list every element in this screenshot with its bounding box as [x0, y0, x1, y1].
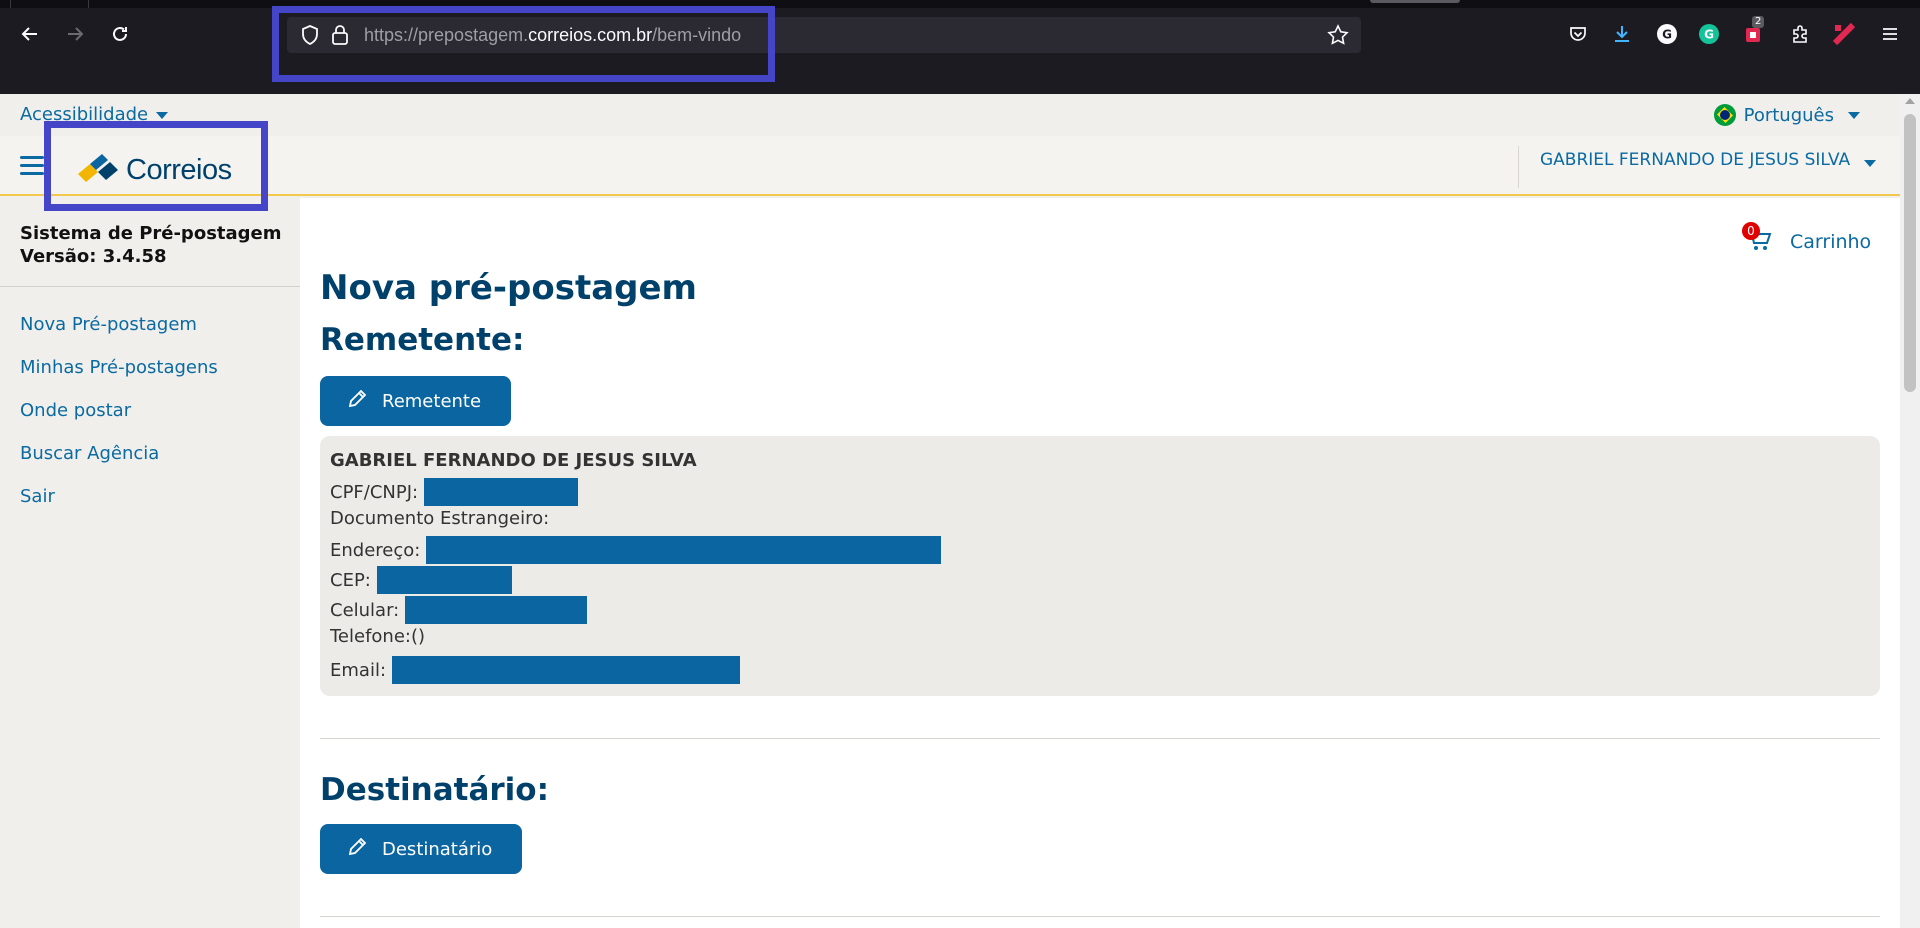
- reload-icon[interactable]: [106, 20, 134, 48]
- extensions-puzzle-icon[interactable]: [1788, 22, 1812, 46]
- bookmark-star-icon[interactable]: [1327, 24, 1349, 50]
- sender-name: GABRIEL FERNANDO DE JESUS SILVA: [330, 450, 697, 471]
- sidebar-nav: Nova Pré-postagem Minhas Pré-postagens O…: [20, 314, 218, 529]
- cart-link[interactable]: 0 Carrinho: [1742, 222, 1872, 256]
- page-title: Nova pré-postagem: [320, 268, 697, 308]
- google-extension-icon[interactable]: G: [1655, 22, 1679, 46]
- phone-label: Telefone:(): [330, 626, 426, 647]
- email-label: Email:: [330, 659, 387, 681]
- sender-cep-row: CEP:: [330, 566, 512, 594]
- pencil-icon: [346, 836, 368, 863]
- sender-email-row: Email:: [330, 656, 741, 684]
- web-page: Acessibilidade Português GABRIEL FERNAND…: [0, 94, 1900, 928]
- redacted-cpf: [424, 478, 579, 506]
- edit-sender-button[interactable]: Remetente: [320, 376, 512, 426]
- page-scrollbar[interactable]: [1900, 94, 1920, 928]
- cart-label: Carrinho: [1790, 231, 1872, 253]
- edit-recipient-button[interactable]: Destinatário: [320, 824, 523, 874]
- url-highlight-annotation: [272, 6, 775, 82]
- main-content: 0 Carrinho Nova pré-postagem Remetente: …: [300, 198, 1900, 928]
- system-title: Sistema de Pré-postagem: [20, 223, 282, 244]
- accessibility-bar: Acessibilidade Português: [0, 94, 1900, 136]
- sidebar-item-buscar-agencia[interactable]: Buscar Agência: [20, 443, 218, 486]
- svg-text:G: G: [1662, 28, 1672, 42]
- language-label: Português: [1743, 104, 1834, 126]
- sidebar-item-onde-postar[interactable]: Onde postar: [20, 400, 218, 443]
- sender-cpf-row: CPF/CNPJ:: [330, 478, 579, 506]
- cpf-label: CPF/CNPJ:: [330, 481, 419, 503]
- sidebar: Sistema de Pré-postagem Versão: 3.4.58 N…: [0, 198, 300, 928]
- divider: [320, 738, 1880, 739]
- sender-foreign-doc-row: Documento Estrangeiro:: [330, 508, 549, 529]
- browser-toolbar: https://prepostagem.correios.com.br/bem-…: [0, 0, 1920, 94]
- sender-section-title: Remetente:: [320, 322, 525, 358]
- edit-sender-label: Remetente: [382, 390, 482, 412]
- colorful-extension-icon[interactable]: [1832, 22, 1856, 46]
- sender-mobile-row: Celular:: [330, 596, 588, 624]
- divider: [1518, 146, 1519, 188]
- system-version: Versão: 3.4.58: [20, 246, 167, 267]
- divider: [320, 916, 1880, 917]
- chevron-down-icon: [156, 111, 169, 119]
- sender-info-card: GABRIEL FERNANDO DE JESUS SILVA CPF/CNPJ…: [320, 436, 1880, 696]
- sender-phone-row: Telefone:(): [330, 626, 425, 647]
- scrollbar-thumb[interactable]: [1904, 114, 1916, 392]
- sender-address-row: Endereço:: [330, 536, 942, 564]
- redacted-email: [392, 656, 741, 684]
- menu-icon[interactable]: [1878, 22, 1902, 46]
- site-header: GABRIEL FERNANDO DE JESUS SILVA: [0, 136, 1900, 196]
- extension-badge: 2: [1752, 16, 1765, 28]
- cep-label: CEP:: [330, 569, 371, 591]
- pocket-icon[interactable]: [1566, 22, 1590, 46]
- correios-logo-text: Correios: [126, 153, 232, 186]
- brazil-flag-icon: [1713, 104, 1736, 126]
- user-menu[interactable]: GABRIEL FERNANDO DE JESUS SILVA: [1540, 150, 1850, 170]
- download-icon[interactable]: [1610, 22, 1634, 46]
- redacted-cep: [376, 566, 512, 594]
- grammarly-icon[interactable]: G: [1697, 22, 1721, 46]
- correios-logo-icon: [76, 150, 120, 190]
- hamburger-menu-icon[interactable]: [20, 156, 44, 176]
- back-icon[interactable]: [16, 20, 44, 48]
- foreign-doc-label: Documento Estrangeiro:: [330, 508, 550, 529]
- edit-recipient-label: Destinatário: [382, 838, 493, 860]
- active-tab-indicator[interactable]: [1370, 0, 1460, 3]
- recipient-section-title: Destinatário:: [320, 772, 549, 808]
- svg-text:G: G: [1704, 28, 1714, 42]
- system-info: Sistema de Pré-postagem Versão: 3.4.58: [20, 222, 282, 268]
- pencil-icon: [346, 388, 368, 415]
- mobile-label: Celular:: [330, 599, 400, 621]
- sidebar-item-nova-pre-postagem[interactable]: Nova Pré-postagem: [20, 314, 218, 357]
- address-label: Endereço:: [330, 539, 421, 561]
- cart-count-badge: 0: [1742, 222, 1760, 240]
- correios-logo[interactable]: Correios: [76, 150, 232, 190]
- language-selector[interactable]: Português: [1713, 104, 1860, 126]
- redacted-mobile: [405, 596, 588, 624]
- divider: [0, 286, 300, 287]
- sidebar-item-minhas-pre-postagens[interactable]: Minhas Pré-postagens: [20, 357, 218, 400]
- chevron-down-icon[interactable]: [1864, 160, 1876, 167]
- chevron-down-icon: [1848, 111, 1860, 119]
- forward-icon[interactable]: [61, 20, 89, 48]
- sidebar-item-sair[interactable]: Sair: [20, 486, 218, 529]
- scroll-up-icon[interactable]: [1905, 98, 1915, 104]
- redacted-address: [426, 536, 942, 564]
